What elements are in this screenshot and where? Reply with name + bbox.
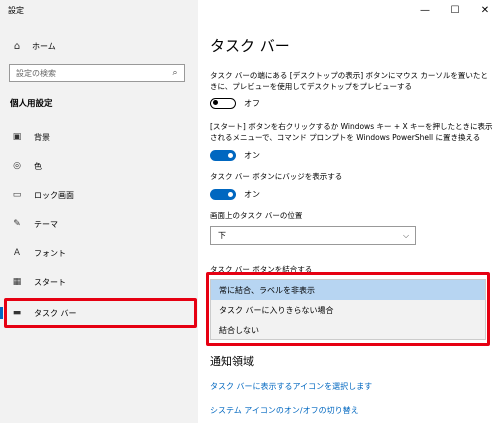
taskbar-location-value: 下 [218, 231, 226, 240]
notification-area-heading: 通知領域 [210, 355, 254, 368]
sidebar: 設定 ⌂ ホーム 設定の検索 ⌕ 個人用設定 ▣ 背景 ◎ 色 ▭ ロック画面 … [0, 0, 198, 423]
taskbar-location-select[interactable]: 下 ⌵ [210, 226, 416, 245]
lock-screen-icon: ▭ [12, 190, 22, 200]
sidebar-item-fonts[interactable]: A フォント [0, 242, 198, 264]
home-label: ホーム [32, 41, 56, 51]
home-link[interactable]: ⌂ ホーム [10, 38, 56, 54]
image-icon: ▣ [12, 132, 22, 142]
location-label: 画面上のタスク バーの位置 [210, 211, 303, 220]
sidebar-item-background[interactable]: ▣ 背景 [0, 126, 198, 148]
sidebar-item-start[interactable]: ▦ スタート [0, 271, 198, 293]
window-controls: — ☐ ✕ [410, 0, 500, 20]
combine-option-never[interactable]: 結合しない [211, 320, 485, 340]
peek-description: タスク バーの端にある [デスクトップの表示] ボタンにマウス カーソルを置いた… [210, 71, 488, 91]
sidebar-item-label: テーマ [34, 219, 58, 229]
sidebar-item-taskbar[interactable]: ▬ タスク バー [0, 302, 198, 324]
start-grid-icon: ▦ [12, 277, 22, 287]
maximize-button[interactable]: ☐ [440, 0, 470, 20]
combine-label: タスク バー ボタンを結合する [210, 265, 313, 274]
search-icon[interactable]: ⌕ [166, 68, 184, 78]
sidebar-item-label: ロック画面 [34, 190, 74, 200]
peek-state: オフ [244, 98, 260, 108]
combine-option-always[interactable]: 常に結合、ラベルを非表示 [211, 280, 485, 300]
sidebar-item-label: 色 [34, 161, 42, 171]
powershell-toggle-row: オン [210, 148, 260, 162]
search-placeholder: 設定の検索 [16, 68, 56, 78]
search-input[interactable]: 設定の検索 ⌕ [9, 64, 185, 82]
badges-toggle-row: オン [210, 187, 260, 201]
chevron-down-icon: ⌵ [402, 230, 410, 240]
peek-toggle-row: オフ [210, 96, 260, 110]
peek-toggle[interactable] [210, 97, 236, 109]
taskbar-icon: ▬ [12, 308, 22, 318]
font-icon: A [13, 248, 21, 258]
sidebar-item-color[interactable]: ◎ 色 [0, 155, 198, 177]
combine-buttons-dropdown[interactable]: 常に結合、ラベルを非表示 タスク バーに入りきらない場合 結合しない [210, 279, 486, 340]
close-button[interactable]: ✕ [470, 0, 500, 20]
powershell-toggle[interactable] [210, 149, 236, 161]
system-icons-toggle-link[interactable]: システム アイコンのオン/オフの切り替え [210, 405, 359, 416]
sidebar-item-theme[interactable]: ✎ テーマ [0, 213, 198, 235]
section-title: 個人用設定 [10, 99, 53, 109]
sidebar-item-label: 背景 [34, 132, 50, 142]
select-taskbar-icons-link[interactable]: タスク バーに表示するアイコンを選択します [210, 381, 372, 392]
badges-description: タスク バー ボタンにバッジを表示する [210, 172, 343, 181]
window-title: 設定 [8, 6, 24, 15]
palette-icon: ◎ [13, 161, 21, 171]
powershell-state: オン [244, 150, 260, 160]
theme-brush-icon: ✎ [13, 219, 21, 229]
combine-option-when-full[interactable]: タスク バーに入りきらない場合 [211, 300, 485, 320]
badges-toggle[interactable] [210, 188, 236, 200]
sidebar-item-label: フォント [34, 248, 66, 258]
powershell-description: [スタート] ボタンを右クリックするか Windows キー + X キーを押し… [210, 122, 493, 142]
badges-state: オン [244, 189, 260, 199]
sidebar-item-label: スタート [34, 277, 66, 287]
home-icon: ⌂ [13, 40, 21, 52]
sidebar-item-lock-screen[interactable]: ▭ ロック画面 [0, 184, 198, 206]
sidebar-item-label: タスク バー [34, 308, 77, 318]
main-panel: — ☐ ✕ タスク バー タスク バーの端にある [デスクトップの表示] ボタン… [198, 0, 500, 423]
page-title: タスク バー [210, 37, 290, 55]
minimize-button[interactable]: — [410, 0, 440, 20]
